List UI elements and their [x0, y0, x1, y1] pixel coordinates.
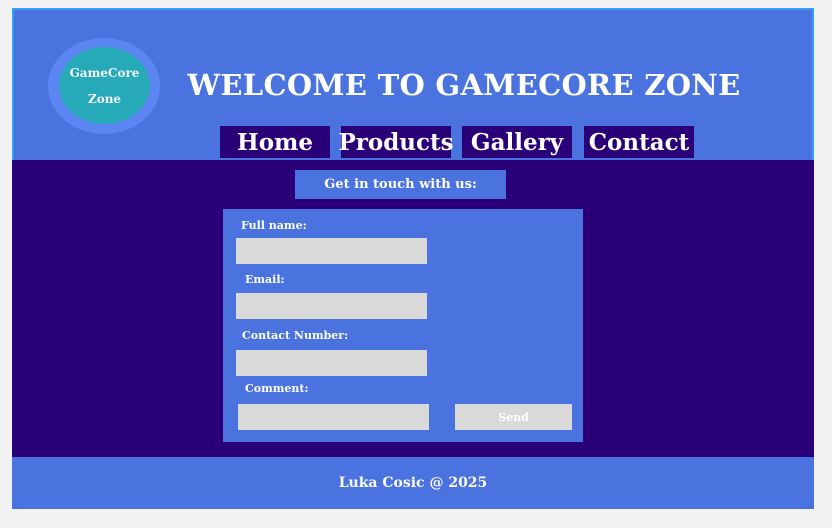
page-title: WELCOME TO GAMECORE ZONE	[187, 68, 741, 102]
comment-label: Comment:	[245, 382, 309, 395]
site-footer: Luka Cosic @ 2025	[12, 457, 814, 509]
contact-number-input[interactable]	[236, 350, 427, 376]
logo-text-line1: GameCore	[69, 65, 140, 80]
comment-input[interactable]	[238, 404, 429, 430]
nav-home-link[interactable]: Home	[220, 126, 330, 158]
full-name-input[interactable]	[236, 238, 427, 264]
contact-heading: Get in touch with us:	[295, 170, 506, 199]
contact-number-label: Contact Number:	[242, 329, 349, 342]
site-logo[interactable]: GameCore Zone	[59, 47, 150, 124]
contact-form: Full name: Email: Contact Number: Commen…	[223, 209, 583, 442]
email-input[interactable]	[236, 293, 427, 319]
full-name-label: Full name:	[241, 219, 307, 232]
email-label: Email:	[245, 273, 285, 286]
nav-gallery-link[interactable]: Gallery	[462, 126, 572, 158]
page: GameCore Zone WELCOME TO GAMECORE ZONE H…	[12, 8, 814, 509]
logo-text-line2: Zone	[87, 91, 122, 106]
site-header: GameCore Zone WELCOME TO GAMECORE ZONE H…	[12, 8, 814, 162]
send-button[interactable]: Send	[455, 404, 572, 430]
nav-products-link[interactable]: Products	[338, 126, 454, 158]
nav-contact-link[interactable]: Contact	[584, 126, 694, 158]
footer-text: Luka Cosic @ 2025	[338, 475, 488, 491]
main-content: Get in touch with us: Full name: Email: …	[12, 160, 814, 457]
